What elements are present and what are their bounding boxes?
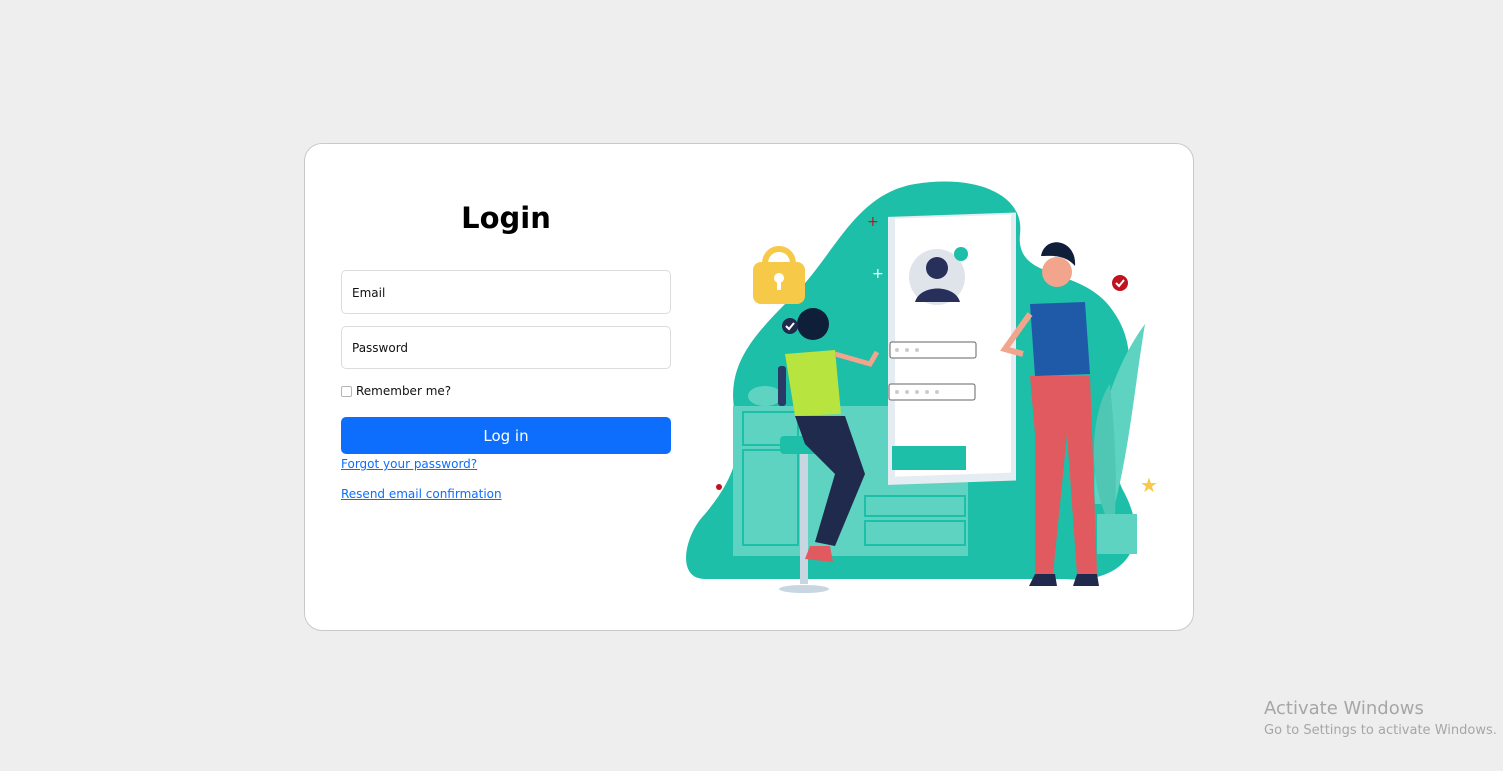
- lock-icon: [762, 246, 796, 265]
- watermark-subtitle: Go to Settings to activate Windows.: [1264, 723, 1497, 738]
- login-illustration: + + ★: [686, 181, 1158, 593]
- password-field[interactable]: Password: [341, 326, 671, 369]
- watermark-title: Activate Windows: [1264, 698, 1424, 719]
- screen-button: [892, 446, 966, 470]
- man-head: [1042, 257, 1072, 287]
- bowl: [748, 386, 782, 406]
- screen-input-1: [889, 341, 977, 359]
- remember-me-label: Remember me?: [356, 384, 452, 398]
- login-button[interactable]: Log in: [341, 417, 671, 454]
- resend-confirmation-link[interactable]: Resend email confirmation: [341, 487, 502, 501]
- vase: [778, 366, 786, 406]
- email-field[interactable]: Email: [341, 270, 671, 314]
- screen-input-2: [888, 383, 976, 401]
- plus-icon: +: [867, 214, 879, 230]
- star-icon: ★: [1140, 473, 1158, 497]
- check-badge-icon: [782, 318, 798, 334]
- remember-me[interactable]: Remember me?: [341, 384, 451, 398]
- email-field-label: Email: [352, 286, 386, 300]
- man-figure: [1030, 302, 1090, 376]
- password-field-label: Password: [352, 341, 409, 355]
- forgot-password-link[interactable]: Forgot your password?: [341, 457, 477, 471]
- remember-me-checkbox[interactable]: [341, 385, 352, 397]
- check-badge-red-icon: [1112, 275, 1128, 291]
- activate-windows-watermark: Activate Windows Go to Settings to activ…: [1264, 698, 1497, 738]
- login-card: Login Email Password Remember me? Log in…: [304, 143, 1194, 631]
- page-title: Login: [461, 201, 551, 235]
- plus-icon-white: +: [872, 266, 884, 282]
